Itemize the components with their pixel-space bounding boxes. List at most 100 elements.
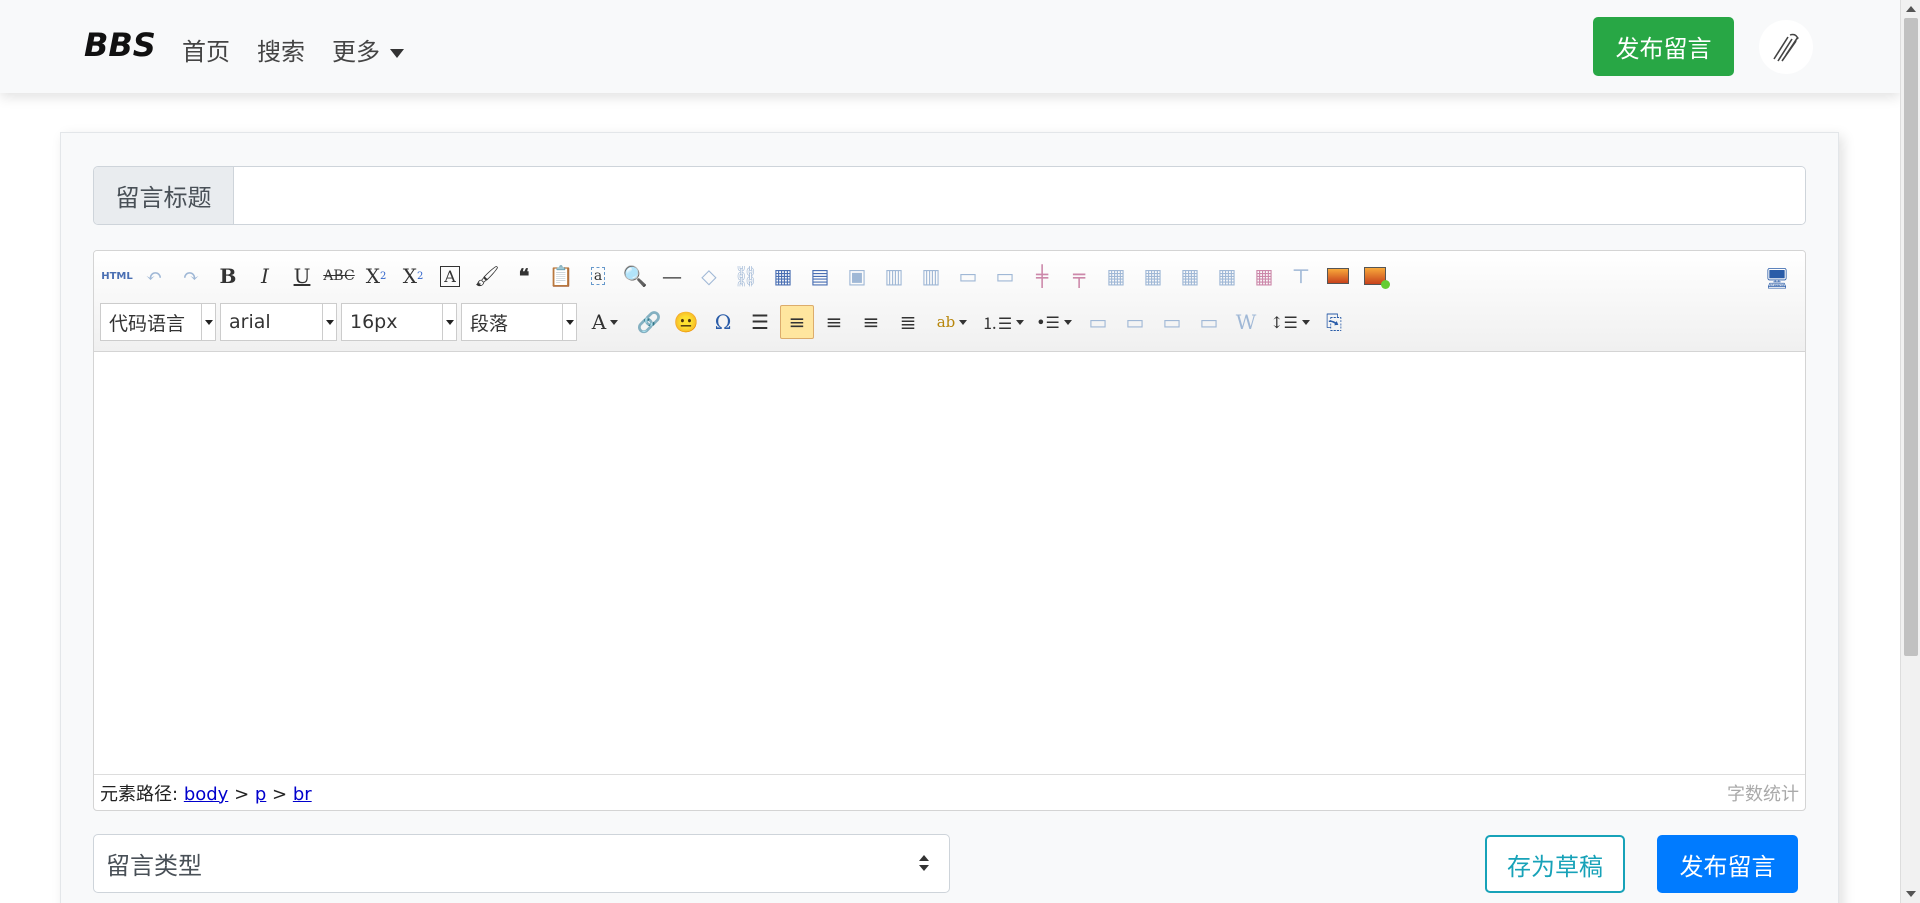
fullscreen-icon[interactable]: 🖥 (1760, 261, 1794, 295)
font-family-value: arial (229, 311, 271, 333)
scroll-down-icon[interactable] (1906, 891, 1916, 897)
font-family-select[interactable]: arial (220, 303, 337, 341)
path-body-link[interactable]: body (184, 784, 229, 805)
toolbar-row-1: HTML ↶ ↷ B I U ABC X2 X2 A 🖌 ❝ 📋 a 🔍 — ◇… (100, 257, 1395, 295)
element-path-label: 元素路径: (100, 783, 179, 805)
word-count: 字数统计 (1727, 783, 1799, 805)
horizontal-rule-icon[interactable]: — (655, 259, 689, 293)
scroll-up-icon[interactable] (1906, 6, 1916, 12)
page-scrollbar[interactable] (1900, 0, 1920, 903)
image-left-icon[interactable]: ▭ (1081, 305, 1115, 339)
path-br-link[interactable]: br (293, 784, 312, 805)
nav-more-label: 更多 (332, 38, 380, 66)
table-properties-icon[interactable]: ▤ (803, 259, 837, 293)
redo-icon[interactable]: ↷ (174, 259, 208, 293)
subscript-icon[interactable]: X2 (359, 259, 393, 293)
select-all-icon[interactable]: a (581, 259, 615, 293)
editor-statusbar: 元素路径: body > p > br 字数统计 (94, 774, 1805, 810)
path-p-link[interactable]: p (255, 784, 266, 805)
line-height-icon[interactable]: ↕☰ (1266, 305, 1314, 339)
align-left-icon[interactable]: ≡ (780, 305, 814, 339)
chevron-down-icon (442, 304, 456, 340)
table-title-icon[interactable]: ⊤ (1284, 259, 1318, 293)
font-size-value: 16px (350, 311, 398, 333)
message-type-select[interactable]: 留言类型 (93, 834, 950, 893)
nav-search[interactable]: 搜索 (257, 32, 305, 67)
avatar[interactable] (1759, 20, 1813, 74)
chevron-down-icon (562, 304, 576, 340)
undo-icon[interactable]: ↶ (137, 259, 171, 293)
unlink-icon[interactable]: ⛓ (729, 259, 763, 293)
nav-home[interactable]: 首页 (182, 32, 230, 67)
merge-cells-icon[interactable]: ▭ (951, 259, 985, 293)
message-type-value: 留言类型 (106, 852, 202, 880)
link-icon[interactable]: 🔗 (632, 305, 666, 339)
strikethrough-icon[interactable]: ABC (322, 259, 356, 293)
insert-col-icon[interactable]: ▥ (914, 259, 948, 293)
nav-publish-button[interactable]: 发布留言 (1593, 17, 1734, 76)
align-center-icon[interactable]: ≡ (854, 305, 888, 339)
chevron-down-icon (390, 48, 404, 58)
delete-row-icon[interactable]: ╪ (1025, 259, 1059, 293)
emotion-icon[interactable]: 😐 (669, 305, 703, 339)
ordered-list-icon[interactable]: ⒈☰ (979, 305, 1027, 339)
table-split-icon[interactable]: ▦ (1210, 259, 1244, 293)
bold-icon[interactable]: B (211, 259, 245, 293)
image-center-icon[interactable]: ▭ (1192, 305, 1226, 339)
word-image-icon[interactable]: W (1229, 305, 1263, 339)
italic-icon[interactable]: I (248, 259, 282, 293)
blockquote-icon[interactable]: ❝ (507, 259, 541, 293)
align-justify-icon[interactable]: ≣ (891, 305, 925, 339)
delete-table-icon[interactable]: ▣ (840, 259, 874, 293)
insert-image-icon[interactable] (1321, 259, 1355, 293)
table-merge-icon[interactable]: ▦ (1173, 259, 1207, 293)
underline-icon[interactable]: U (285, 259, 319, 293)
rich-text-editor: HTML ↶ ↷ B I U ABC X2 X2 A 🖌 ❝ 📋 a 🔍 — ◇… (93, 250, 1806, 811)
html-source-icon[interactable]: HTML (100, 259, 134, 293)
brand-logo[interactable]: BBS (84, 26, 156, 64)
font-size-select[interactable]: 16px (341, 303, 457, 341)
indent-icon[interactable]: ☰ (743, 305, 777, 339)
save-draft-button[interactable]: 存为草稿 (1485, 835, 1625, 893)
code-language-select[interactable]: 代码语言 (100, 303, 216, 341)
title-input-group: 留言标题 (93, 166, 1806, 225)
editor-toolbar: HTML ↶ ↷ B I U ABC X2 X2 A 🖌 ❝ 📋 a 🔍 — ◇… (94, 251, 1805, 352)
special-char-icon[interactable]: Ω (706, 305, 740, 339)
auto-typeset-icon[interactable]: ⎘ (1317, 305, 1351, 339)
title-label: 留言标题 (94, 167, 234, 224)
paste-plain-icon[interactable]: 📋 (544, 259, 578, 293)
nav-more-dropdown[interactable]: 更多 (332, 32, 404, 67)
superscript-icon[interactable]: X2 (396, 259, 430, 293)
clear-format-icon[interactable]: 🖌 (470, 259, 504, 293)
delete-col-icon[interactable]: ╤ (1062, 259, 1096, 293)
paragraph-value: 段落 (470, 312, 509, 335)
toolbar-row-2: 代码语言 arial 16px 段落 A 🔗 😐 Ω ☰ ≡ ≡ ≡ ≣ ab … (100, 303, 1354, 341)
publish-button[interactable]: 发布留言 (1657, 835, 1798, 893)
title-input[interactable] (234, 167, 1805, 224)
format-match-icon[interactable]: A (433, 259, 467, 293)
background-color-icon[interactable]: ab (928, 305, 976, 339)
image-right-icon[interactable]: ▭ (1118, 305, 1152, 339)
insert-table-icon[interactable]: ▦ (766, 259, 800, 293)
avatar-sketch-icon (1773, 33, 1799, 62)
image-none-icon[interactable]: ▭ (1155, 305, 1189, 339)
eraser-icon[interactable]: ◇ (692, 259, 726, 293)
scroll-thumb[interactable] (1904, 18, 1918, 656)
paragraph-select[interactable]: 段落 (461, 303, 577, 341)
table-row-icon[interactable]: ▦ (1099, 259, 1133, 293)
insert-multiimage-icon[interactable] (1358, 259, 1392, 293)
code-language-value: 代码语言 (109, 312, 186, 335)
insert-row-icon[interactable]: ▥ (877, 259, 911, 293)
element-path: 元素路径: body > p > br (100, 783, 312, 805)
table-col-icon[interactable]: ▦ (1136, 259, 1170, 293)
align-right-icon[interactable]: ≡ (817, 305, 851, 339)
table-delete-icon[interactable]: ▦ (1247, 259, 1281, 293)
navbar: BBS 首页 搜索 更多 发布留言 (0, 0, 1900, 93)
font-color-icon[interactable]: A (581, 305, 629, 339)
chevron-down-icon (322, 304, 336, 340)
split-cells-icon[interactable]: ▭ (988, 259, 1022, 293)
editor-content-area[interactable] (94, 352, 1805, 773)
select-arrows-icon (919, 855, 929, 871)
search-replace-icon[interactable]: 🔍 (618, 259, 652, 293)
unordered-list-icon[interactable]: •☰ (1030, 305, 1078, 339)
